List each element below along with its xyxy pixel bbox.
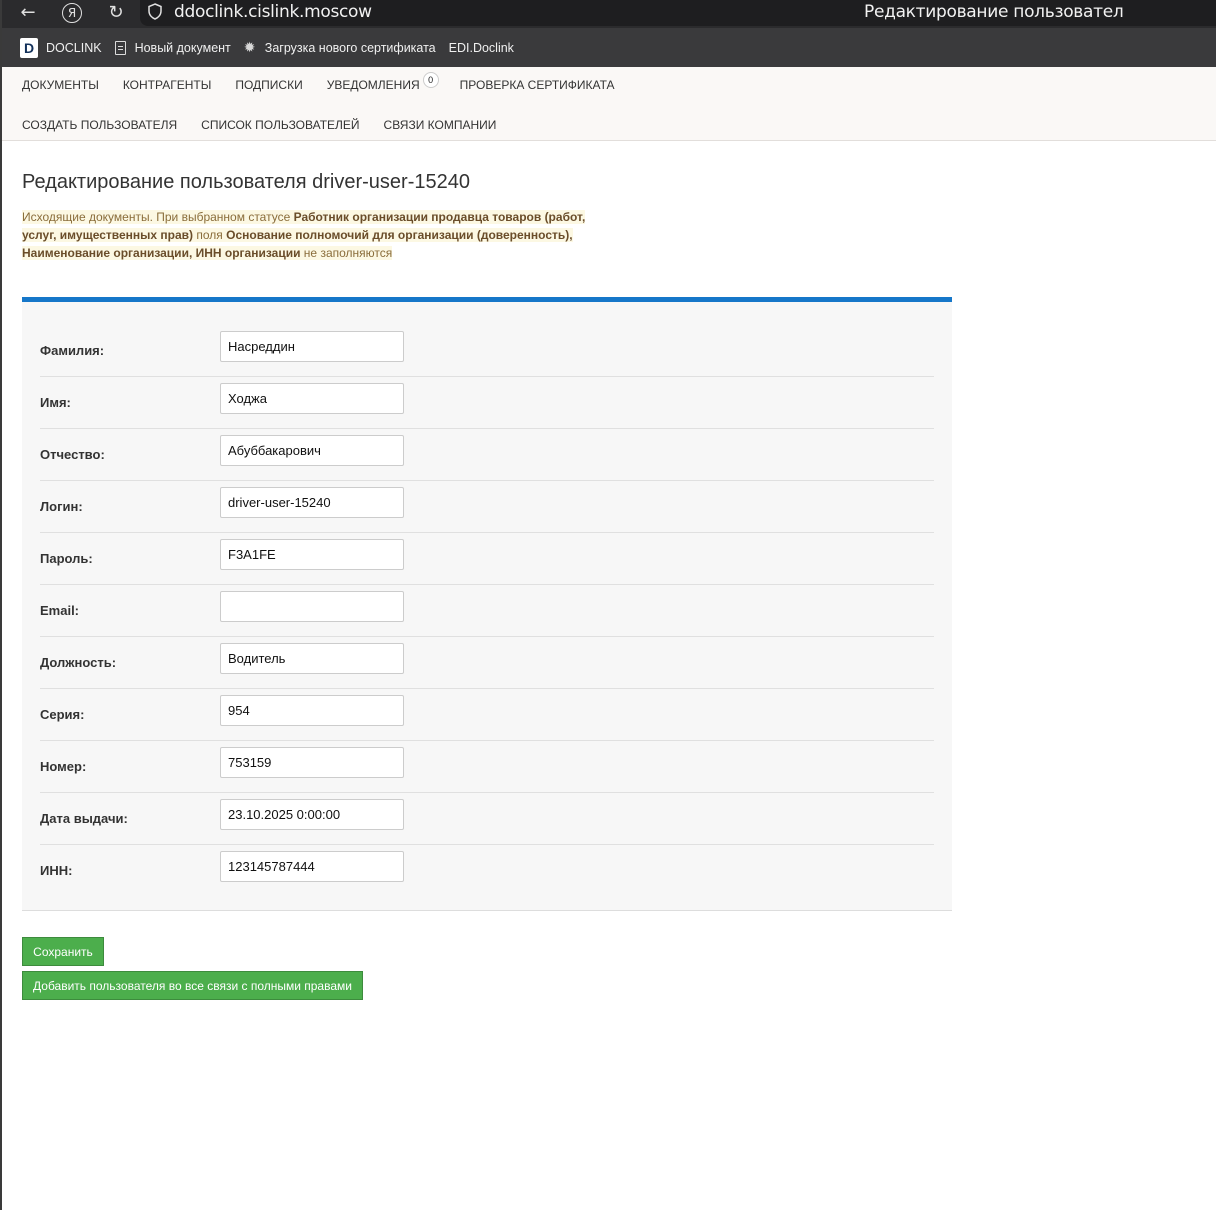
notice-text: Исходящие документы. При выбранном стату…	[22, 210, 294, 224]
field-label: ИНН:	[40, 863, 73, 878]
nav-company-links[interactable]: СВЯЗИ КОМПАНИИ	[384, 118, 497, 132]
field-label: Пароль:	[40, 551, 93, 566]
nav-certificate-check[interactable]: ПРОВЕРКА СЕРТИФИКАТА	[460, 78, 615, 92]
notice-text: не заполняются	[300, 246, 393, 260]
login-field[interactable]	[220, 487, 404, 518]
form-row-email: Email:	[40, 585, 934, 637]
add-to-all-links-button[interactable]: Добавить пользователя во все связи с пол…	[22, 971, 363, 1000]
bookmark-doclink[interactable]: D DOCLINK	[20, 37, 102, 58]
main-navigation: ДОКУМЕНТЫ КОНТРАГЕНТЫ ПОДПИСКИ УВЕДОМЛЕН…	[2, 67, 1216, 141]
notifications-count-badge: 0	[422, 72, 439, 88]
issue-date-field[interactable]	[220, 799, 404, 830]
nav-create-user[interactable]: СОЗДАТЬ ПОЛЬЗОВАТЕЛЯ	[22, 118, 177, 132]
browser-toolbar: ← Я ↻ ddoclink.cislink.moscow Редактиров…	[2, 0, 1216, 28]
number-field[interactable]	[220, 747, 404, 778]
form-row-number: Номер:	[40, 741, 934, 793]
nav-user-list[interactable]: СПИСОК ПОЛЬЗОВАТЕЛЕЙ	[201, 118, 359, 132]
nav-row-secondary: СОЗДАТЬ ПОЛЬЗОВАТЕЛЯ СПИСОК ПОЛЬЗОВАТЕЛЕ…	[22, 118, 520, 132]
back-arrow-icon[interactable]: ←	[16, 0, 40, 24]
nav-notifications[interactable]: УВЕДОМЛЕНИЯ 0	[326, 72, 439, 92]
bookmark-label: Новый документ	[134, 40, 231, 55]
email-field[interactable]	[220, 591, 404, 622]
form-row-series: Серия:	[40, 689, 934, 741]
field-label: Email:	[40, 603, 80, 618]
shield-icon	[148, 3, 162, 20]
field-label: Дата выдачи:	[40, 811, 128, 826]
nav-notifications-label: УВЕДОМЛЕНИЯ	[326, 78, 420, 92]
user-edit-form: Фамилия: Имя: Отчество: Логин: Пароль: E…	[22, 297, 952, 911]
bookmarks-bar: D DOCLINK Новый документ ✹ Загрузка ново…	[2, 28, 1216, 67]
status-notice: Исходящие документы. При выбранном стату…	[22, 208, 622, 262]
last-name-field[interactable]	[220, 331, 404, 362]
inn-field[interactable]	[220, 851, 404, 882]
nav-row-primary: ДОКУМЕНТЫ КОНТРАГЕНТЫ ПОДПИСКИ УВЕДОМЛЕН…	[22, 72, 639, 92]
field-label: Фамилия:	[40, 343, 105, 358]
document-icon	[114, 40, 126, 55]
bookmark-label: Загрузка нового сертификата	[264, 40, 436, 55]
nav-subscriptions[interactable]: ПОДПИСКИ	[235, 78, 302, 92]
first-name-field[interactable]	[220, 383, 404, 414]
field-label: Серия:	[40, 707, 85, 722]
bookmark-label: DOCLINK	[46, 40, 102, 55]
nav-counterparties[interactable]: КОНТРАГЕНТЫ	[123, 78, 212, 92]
form-row-position: Должность:	[40, 637, 934, 689]
form-row-patronymic: Отчество:	[40, 429, 934, 481]
field-label: Имя:	[40, 395, 71, 410]
notice-text: поля	[193, 228, 227, 242]
url-text[interactable]: ddoclink.cislink.moscow	[174, 2, 372, 22]
yandex-icon[interactable]: Я	[60, 1, 84, 25]
series-field[interactable]	[220, 695, 404, 726]
bookmark-edi-doclink[interactable]: EDI.Doclink	[449, 41, 514, 55]
field-label: Номер:	[40, 759, 87, 774]
form-row-inn: ИНН:	[40, 845, 934, 897]
window-title: Редактирование пользовател	[864, 2, 1124, 22]
page-title: Редактирование пользователя driver-user-…	[22, 171, 470, 193]
save-button[interactable]: Сохранить	[22, 937, 104, 966]
gear-icon: ✹	[243, 39, 256, 56]
nav-documents[interactable]: ДОКУМЕНТЫ	[22, 78, 99, 92]
field-label: Должность:	[40, 655, 117, 670]
reload-icon[interactable]: ↻	[104, 0, 128, 24]
bookmark-new-document[interactable]: Новый документ	[114, 40, 231, 55]
form-row-login: Логин:	[40, 481, 934, 533]
form-row-first-name: Имя:	[40, 377, 934, 429]
position-field[interactable]	[220, 643, 404, 674]
field-label: Логин:	[40, 499, 83, 514]
form-row-last-name: Фамилия:	[40, 325, 934, 377]
form-row-password: Пароль:	[40, 533, 934, 585]
bookmark-label: EDI.Doclink	[448, 40, 514, 55]
password-field[interactable]	[220, 539, 404, 570]
form-row-issue-date: Дата выдачи:	[40, 793, 934, 845]
field-label: Отчество:	[40, 447, 105, 462]
patronymic-field[interactable]	[220, 435, 404, 466]
bookmark-upload-certificate[interactable]: ✹ Загрузка нового сертификата	[244, 41, 436, 55]
doclink-logo-icon: D	[20, 37, 38, 58]
